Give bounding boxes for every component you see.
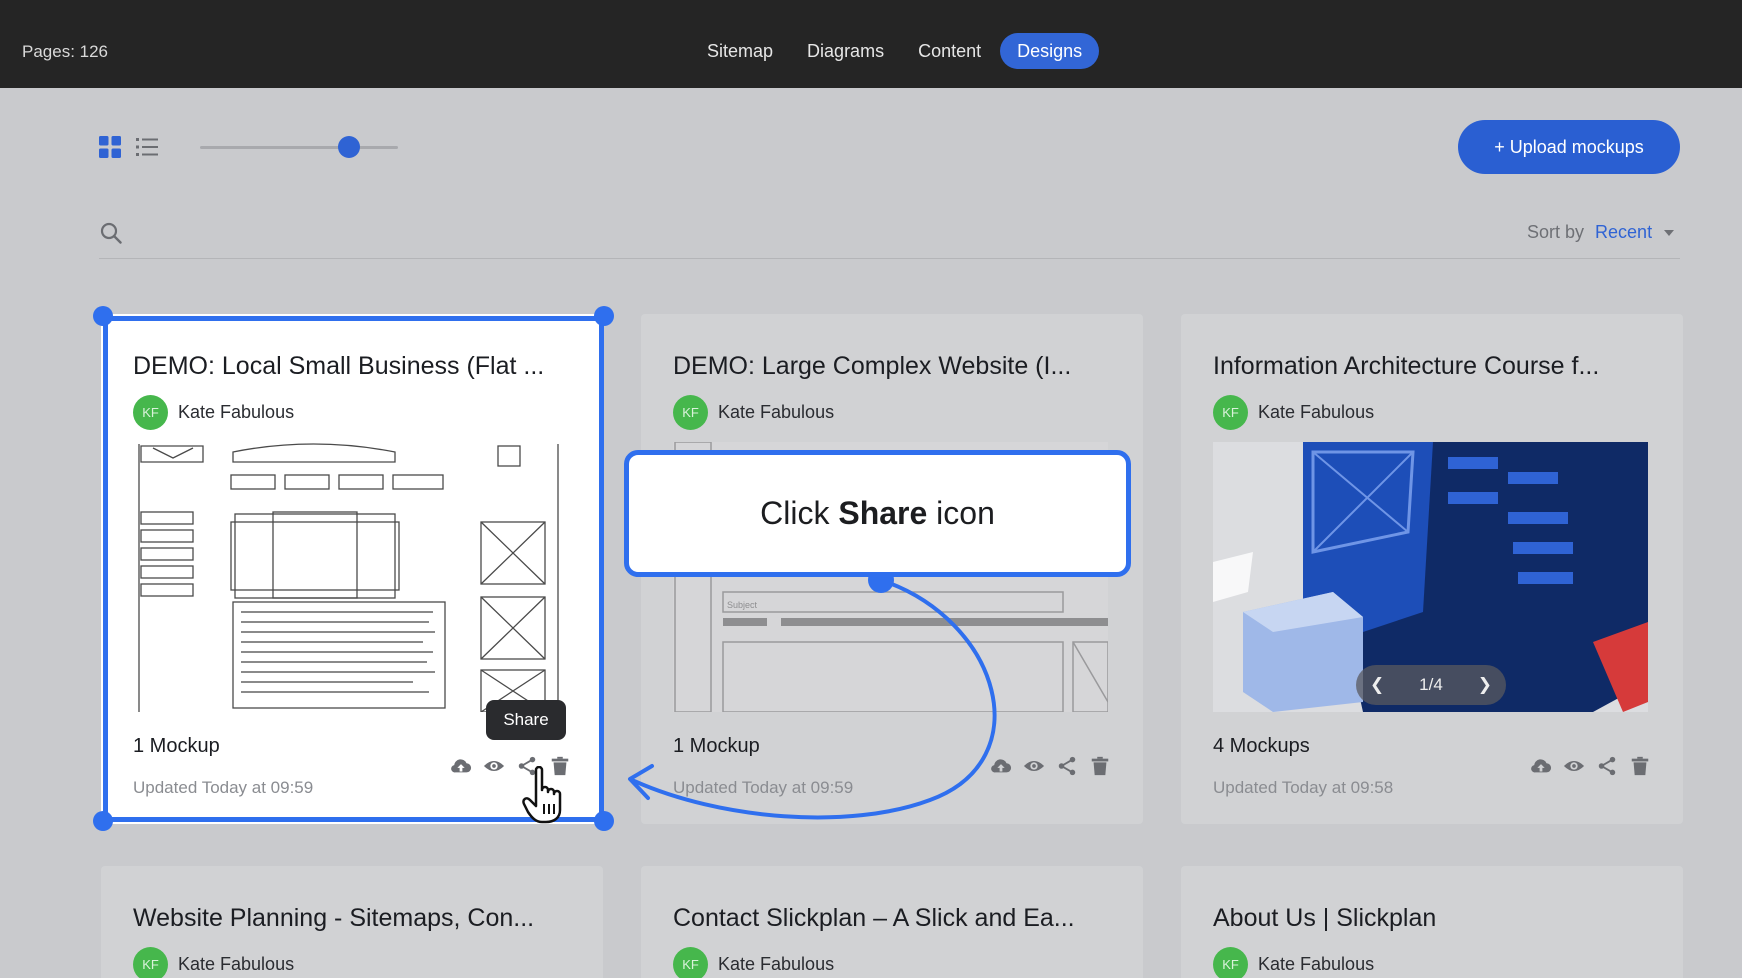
card-actions xyxy=(1530,755,1651,777)
card-author: Kate Fabulous xyxy=(178,402,295,422)
svg-text:Subject: Subject xyxy=(727,600,758,610)
list-view-icon[interactable] xyxy=(136,136,158,158)
callout-text-post: icon xyxy=(927,495,995,531)
highlight-handle xyxy=(93,811,113,831)
tab-designs[interactable]: Designs xyxy=(1000,33,1100,69)
upload-cloud-icon[interactable] xyxy=(990,755,1012,777)
instruction-callout: Click Share icon xyxy=(624,450,1131,577)
mockup-pager: ❮ 1/4 ❯ xyxy=(1356,665,1506,705)
eye-icon[interactable] xyxy=(483,755,505,777)
mockup-count: 1 Mockup xyxy=(133,735,220,757)
updated-timestamp: Updated Today at 09:59 xyxy=(133,778,314,797)
chevron-down-icon[interactable] xyxy=(1664,229,1675,236)
card-title[interactable]: Contact Slickplan – A Slick and Ea... xyxy=(673,904,1075,933)
callout-text-pre: Click xyxy=(760,495,839,531)
top-bar: Pages: 126 Sitemap Diagrams Content Desi… xyxy=(0,0,1742,88)
card-title[interactable]: About Us | Slickplan xyxy=(1213,904,1436,933)
zoom-slider-handle[interactable] xyxy=(337,136,360,158)
card-title[interactable]: Website Planning - Sitemaps, Con... xyxy=(133,904,534,933)
hand-cursor-icon xyxy=(522,766,562,824)
sort-control[interactable]: Sort by Recent xyxy=(1527,222,1675,243)
mockup-count: 4 Mockups xyxy=(1213,735,1310,757)
eye-icon[interactable] xyxy=(1563,755,1585,777)
design-card[interactable]: Website Planning - Sitemaps, Con... KF K… xyxy=(101,866,603,978)
search-icon[interactable] xyxy=(100,222,122,244)
design-card[interactable]: Information Architecture Course f... KF … xyxy=(1181,314,1683,824)
card-author: Kate Fabulous xyxy=(718,954,835,974)
card-author: Kate Fabulous xyxy=(718,402,835,422)
avatar: KF xyxy=(673,395,708,430)
card-actions xyxy=(990,755,1111,777)
eye-icon[interactable] xyxy=(1023,755,1045,777)
design-card[interactable]: DEMO: Local Small Business (Flat ... KF … xyxy=(101,314,603,824)
tab-content[interactable]: Content xyxy=(901,33,998,69)
updated-timestamp: Updated Today at 09:58 xyxy=(1213,778,1394,797)
mockup-thumbnail[interactable] xyxy=(133,442,568,712)
highlight-handle xyxy=(594,811,614,831)
main-tabs: Sitemap Diagrams Content Designs xyxy=(690,33,1100,69)
upload-cloud-icon[interactable] xyxy=(1530,755,1552,777)
sort-label: Sort by xyxy=(1527,222,1585,242)
share-tooltip: Share xyxy=(486,700,566,740)
mockup-count: 1 Mockup xyxy=(673,735,760,757)
chevron-left-icon[interactable]: ❮ xyxy=(1370,675,1384,695)
tab-diagrams[interactable]: Diagrams xyxy=(790,33,901,69)
sort-value[interactable]: Recent xyxy=(1595,222,1652,243)
grid-view-icon[interactable] xyxy=(99,136,121,158)
avatar: KF xyxy=(133,395,168,430)
highlight-handle xyxy=(594,306,614,326)
card-title[interactable]: DEMO: Large Complex Website (I... xyxy=(673,352,1071,381)
chevron-right-icon[interactable]: ❯ xyxy=(1478,675,1492,695)
share-icon[interactable] xyxy=(1056,755,1078,777)
avatar: KF xyxy=(133,947,168,978)
card-author: Kate Fabulous xyxy=(1258,954,1375,974)
callout-text-bold: Share xyxy=(838,495,928,531)
design-card[interactable]: Contact Slickplan – A Slick and Ea... KF… xyxy=(641,866,1143,978)
share-icon[interactable] xyxy=(1596,755,1618,777)
wireframe-image xyxy=(133,442,568,712)
updated-timestamp: Updated Today at 09:59 xyxy=(673,778,854,797)
card-title[interactable]: DEMO: Local Small Business (Flat ... xyxy=(133,352,544,381)
zoom-slider[interactable] xyxy=(200,136,398,158)
avatar: KF xyxy=(673,947,708,978)
divider xyxy=(99,258,1680,259)
trash-icon[interactable] xyxy=(1629,755,1651,777)
pages-count: Pages: 126 xyxy=(22,42,109,61)
avatar: KF xyxy=(1213,947,1248,978)
design-card[interactable]: About Us | Slickplan KF Kate Fabulous xyxy=(1181,866,1683,978)
avatar: KF xyxy=(1213,395,1248,430)
mockup-thumbnail[interactable]: ❮ 1/4 ❯ xyxy=(1213,442,1648,712)
card-title[interactable]: Information Architecture Course f... xyxy=(1213,352,1599,381)
pager-count: 1/4 xyxy=(1419,675,1443,694)
upload-mockups-button[interactable]: + Upload mockups xyxy=(1458,120,1680,174)
tab-sitemap[interactable]: Sitemap xyxy=(690,33,790,69)
card-author: Kate Fabulous xyxy=(1258,402,1375,422)
upload-cloud-icon[interactable] xyxy=(450,755,472,777)
card-author: Kate Fabulous xyxy=(178,954,295,974)
highlight-handle xyxy=(93,306,113,326)
trash-icon[interactable] xyxy=(1089,755,1111,777)
